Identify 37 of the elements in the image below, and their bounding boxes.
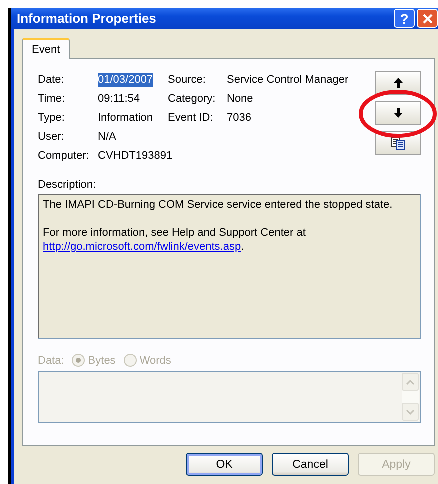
field-label: Source: xyxy=(168,73,207,87)
field-value: N/A xyxy=(98,130,116,144)
field-label: Type: xyxy=(38,111,66,125)
scroll-up-icon xyxy=(406,380,415,384)
copy-icon xyxy=(391,136,405,150)
field-value: 09:11:54 xyxy=(98,92,140,106)
field-value: Service Control Manager xyxy=(227,73,349,87)
help-button[interactable]: ? xyxy=(394,9,415,28)
field-value: 7036 xyxy=(227,111,252,125)
scrollbar[interactable] xyxy=(402,373,419,421)
description-label: Description: xyxy=(38,178,98,192)
field-label: Time: xyxy=(38,92,66,106)
data-field[interactable] xyxy=(38,371,421,423)
field-label: Date: xyxy=(38,73,66,87)
field-value: None xyxy=(227,92,254,106)
field-label: Computer: xyxy=(38,149,90,163)
description-text: For more information, see Help and Support Center at xyxy=(43,227,306,239)
field-value: 01/03/2007 xyxy=(98,73,154,87)
description-text: The IMAPI CD-Burning COM Service service entered the stopped state. xyxy=(43,199,393,211)
next-button[interactable] xyxy=(375,101,421,125)
up-arrow-icon xyxy=(394,78,402,88)
dialog-button[interactable]: Cancel xyxy=(272,453,349,476)
field-value: Information xyxy=(98,111,154,125)
punctuation: . xyxy=(241,241,244,253)
help-link[interactable]: http://go.microsoft.com/fwlink/events.asp xyxy=(43,241,242,253)
scroll-down-icon xyxy=(406,410,415,414)
close-button[interactable] xyxy=(417,9,438,28)
down-arrow-icon xyxy=(394,108,402,118)
data-label: Data: xyxy=(38,354,64,366)
field-label: Event ID: xyxy=(168,111,214,125)
field-value: CVHDT193891 xyxy=(98,149,173,163)
tab[interactable]: Event xyxy=(22,38,70,59)
dialog-button[interactable]: OK xyxy=(186,453,263,476)
field-label: User: xyxy=(38,130,66,144)
window-title: Information Properties xyxy=(17,11,158,26)
field-label: Category: xyxy=(168,92,217,106)
close-icon xyxy=(422,14,432,24)
